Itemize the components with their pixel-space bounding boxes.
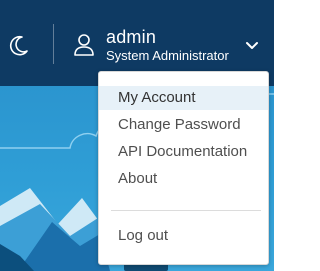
user-role: System Administrator (106, 48, 229, 63)
menu-item-about[interactable]: About (99, 167, 268, 191)
chevron-down-icon[interactable] (245, 38, 259, 49)
menu-item-change-password[interactable]: Change Password (99, 113, 268, 137)
user-icon (73, 33, 95, 57)
header-divider (53, 24, 54, 64)
menu-item-my-account[interactable]: My Account (99, 86, 268, 110)
menu-divider (111, 210, 261, 211)
user-name: admin (106, 27, 157, 47)
user-dropdown-menu: My Account Change Password API Documenta… (98, 71, 269, 265)
menu-item-api-documentation[interactable]: API Documentation (99, 140, 268, 164)
menu-item-log-out[interactable]: Log out (99, 224, 268, 248)
moon-icon[interactable] (8, 34, 30, 56)
